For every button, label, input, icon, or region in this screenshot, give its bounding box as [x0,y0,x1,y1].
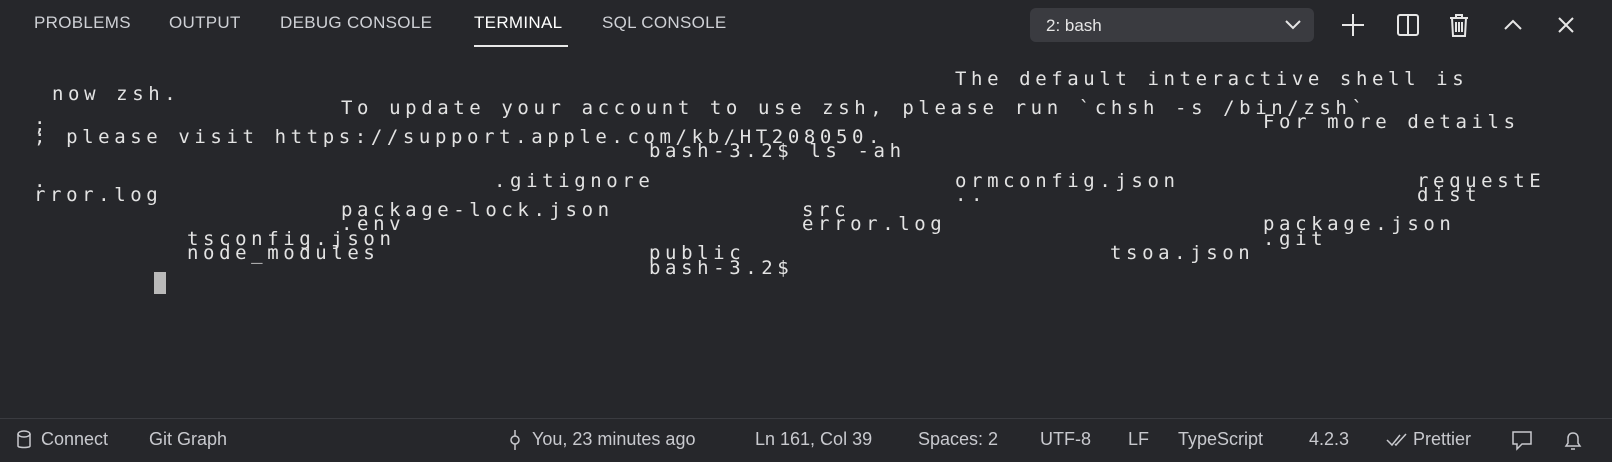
feedback-icon[interactable] [1510,429,1534,458]
tab-terminal[interactable]: TERMINAL [474,13,562,33]
connect-button[interactable]: Connect [41,429,108,450]
file-entry: error.log [802,213,947,235]
terminal-line: now zsh. [52,83,181,105]
terminal-line: The default interactive shell is [955,68,1469,90]
terminal-cursor [154,272,166,294]
bell-icon[interactable] [1562,429,1584,458]
tab-output[interactable]: OUTPUT [169,13,241,33]
git-blame-info[interactable]: You, 23 minutes ago [532,429,695,450]
terminal-panel: PROBLEMS OUTPUT DEBUG CONSOLE TERMINAL S… [0,0,1612,462]
file-entry: rror.log [34,184,163,206]
tab-problems[interactable]: PROBLEMS [34,13,131,33]
file-entry: .git [1263,228,1328,250]
terminal-line: For more details [1263,111,1520,133]
file-entry: .. [955,184,988,206]
file-entry: node_modules [187,242,380,264]
terminal-prompt-line: bash-3.2$ [649,257,794,279]
terminal-prompt-line: bash-3.2$ ls -ah [649,140,906,162]
plus-icon[interactable] [1338,10,1368,40]
file-entry: dist [1417,184,1482,206]
panel-tabbar: PROBLEMS OUTPUT DEBUG CONSOLE TERMINAL S… [0,0,1612,48]
file-entry: .gitignore [494,170,655,192]
prettier-button[interactable]: Prettier [1413,429,1471,450]
database-icon[interactable] [16,429,32,456]
chevron-down-icon [1284,17,1302,38]
status-bar: Connect Git Graph You, 23 minutes ago Ln… [0,418,1612,462]
language-mode[interactable]: TypeScript [1178,429,1263,450]
git-commit-icon[interactable] [507,429,523,456]
split-icon[interactable] [1393,10,1423,40]
indentation-setting[interactable]: Spaces: 2 [918,429,998,450]
active-tab-indicator [474,45,568,47]
eol-setting[interactable]: LF [1128,429,1149,450]
terminal-instance-select[interactable]: 2: bash [1030,8,1314,42]
double-check-icon[interactable] [1386,431,1410,454]
file-entry: ormconfig.json [955,170,1180,192]
tab-debug-console[interactable]: DEBUG CONSOLE [280,13,432,33]
trash-icon[interactable] [1444,10,1474,40]
terminal-instance-value: 2: bash [1046,16,1102,35]
typescript-version[interactable]: 4.2.3 [1309,429,1349,450]
cursor-position[interactable]: Ln 161, Col 39 [755,429,872,450]
terminal-line: To update your account to use zsh, pleas… [341,97,1368,119]
git-graph-button[interactable]: Git Graph [149,429,227,450]
encoding-setting[interactable]: UTF-8 [1040,429,1091,450]
chevron-up-icon[interactable] [1498,10,1528,40]
file-entry: tsoa.json [1110,242,1255,264]
terminal-output[interactable]: The default interactive shell is now zsh… [0,48,1612,418]
tab-sql-console[interactable]: SQL CONSOLE [602,13,727,33]
close-icon[interactable] [1551,10,1581,40]
